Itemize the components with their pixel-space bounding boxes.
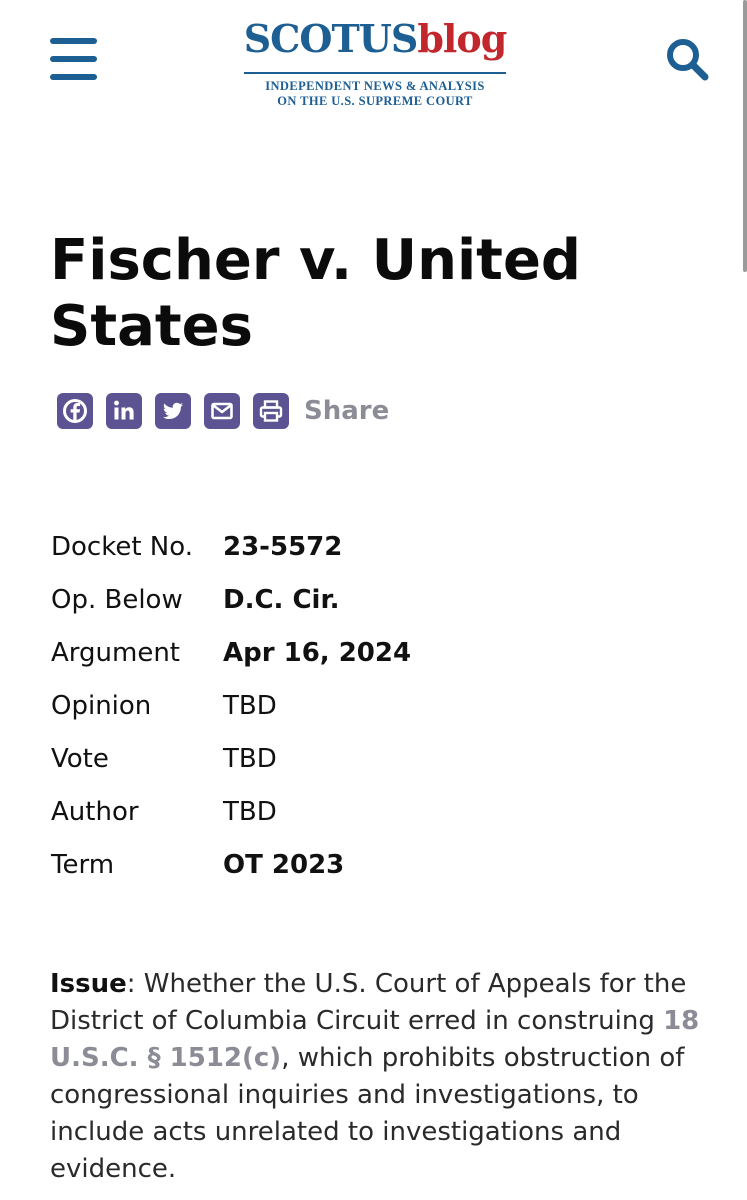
detail-label: Opinion (51, 690, 152, 721)
detail-value: TBD (223, 743, 277, 774)
email-icon[interactable] (204, 393, 240, 429)
detail-row-argument: Argument Apr 16, 2024 (51, 626, 611, 679)
logo-wordmark-scotus: SCOTUS (243, 16, 419, 61)
logo-tagline-line1: INDEPENDENT NEWS & ANALYSIS (265, 79, 485, 93)
search-icon[interactable] (662, 34, 712, 84)
detail-row-vote: Vote TBD (51, 732, 611, 785)
menu-bar-middle (50, 56, 97, 62)
detail-row-op-below: Op. Below D.C. Cir. (51, 573, 611, 626)
detail-label: Vote (51, 743, 109, 774)
detail-label: Argument (51, 637, 180, 668)
issue-paragraph: Issue: Whether the U.S. Court of Appeals… (50, 966, 710, 1188)
detail-label: Op. Below (51, 584, 183, 615)
detail-row-docket: Docket No. 23-5572 (51, 520, 611, 573)
detail-label: Docket No. (51, 531, 193, 562)
detail-value: D.C. Cir. (223, 584, 340, 615)
issue-label: Issue (50, 969, 127, 999)
detail-value: 23-5572 (223, 531, 343, 562)
detail-value: Apr 16, 2024 (223, 637, 412, 668)
detail-value: TBD (223, 690, 277, 721)
site-logo[interactable]: SCOTUSblog INDEPENDENT NEWS & ANALYSIS O… (230, 12, 520, 112)
detail-label: Term (51, 849, 115, 880)
logo-wordmark-blog: blog (417, 16, 507, 61)
logo-wordmark: SCOTUSblog (230, 14, 520, 64)
facebook-icon[interactable] (57, 393, 93, 429)
detail-row-opinion: Opinion TBD (51, 679, 611, 732)
share-button[interactable]: Share (304, 396, 389, 426)
scrollbar[interactable] (743, 0, 747, 272)
logo-tagline-line2: ON THE U.S. SUPREME COURT (277, 94, 473, 108)
case-details-table: Docket No. 23-5572 Op. Below D.C. Cir. A… (51, 520, 611, 891)
detail-value: TBD (223, 796, 277, 827)
twitter-icon[interactable] (155, 393, 191, 429)
detail-row-term: Term OT 2023 (51, 838, 611, 891)
menu-bar-top (50, 38, 97, 44)
detail-value: OT 2023 (223, 849, 345, 880)
linkedin-icon[interactable] (106, 393, 142, 429)
detail-label: Author (51, 796, 139, 827)
issue-text-before: : Whether the U.S. Court of Appeals for … (50, 969, 687, 1036)
share-bar: Share (57, 393, 389, 429)
logo-divider (244, 72, 506, 74)
page-title: Fischer v. United States (50, 228, 582, 359)
detail-row-author: Author TBD (51, 785, 611, 838)
hamburger-menu-icon[interactable] (50, 38, 97, 80)
menu-bar-bottom (50, 74, 97, 80)
print-icon[interactable] (253, 393, 289, 429)
